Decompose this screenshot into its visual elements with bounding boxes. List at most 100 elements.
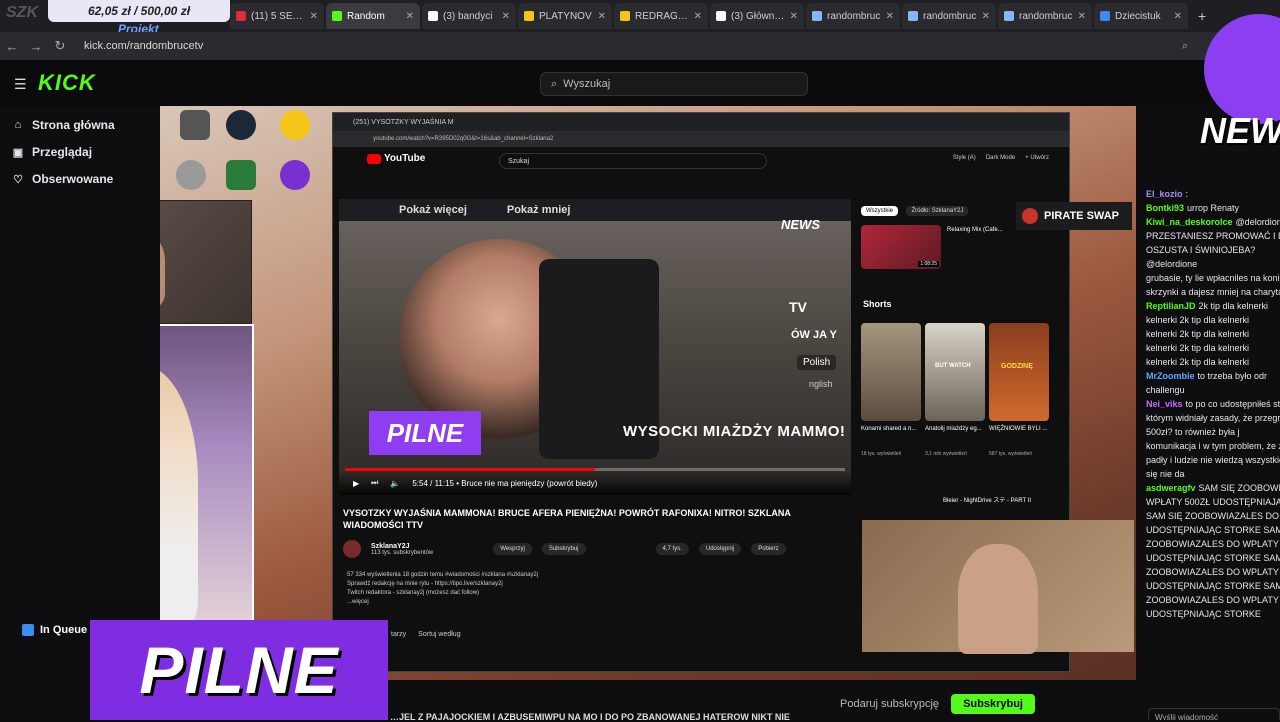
chat-text: WPŁATY 500ZŁ UDOSTĘPNIAJĄC (1146, 497, 1280, 507)
close-icon[interactable]: ✕ (790, 11, 798, 22)
chat-text: UDOSTĘPNIAJĄC STORKE SAM S (1146, 581, 1280, 591)
related-video-duration: 1:08:25 (918, 261, 939, 267)
chat-username[interactable]: asdweragfv (1146, 483, 1196, 493)
short-title[interactable]: WIĘŹNIOWIE BYLI ... (989, 425, 1051, 433)
close-icon[interactable]: ✕ (598, 11, 606, 22)
chat-text: grubasie, ty lie wpłacniles na konie (1146, 273, 1280, 283)
browser-tab[interactable]: randombruc ✕ (998, 3, 1092, 29)
join-button[interactable]: Wesprzyj (493, 543, 532, 555)
chat-message: ReptilianJD 2k tip dla kelnerki (1146, 300, 1280, 312)
share-button[interactable]: Udostępnij (698, 543, 742, 555)
close-icon[interactable]: ✕ (886, 11, 894, 22)
menu-icon[interactable]: ☰ (14, 76, 27, 93)
caption-language-english[interactable]: nglish (809, 379, 833, 389)
gift-sub-button[interactable]: Podaruj subskrypcję (840, 698, 939, 710)
yt-address-bar[interactable]: youtube.com/watch?v=R395D02q0G&t=16s&ab_… (333, 131, 1069, 147)
browser-tab[interactable]: PLATYNOV ✕ (518, 3, 612, 29)
app-icon-4[interactable] (280, 160, 310, 190)
tab-favicon-icon (716, 11, 726, 21)
chat-username[interactable]: El_kozio (1146, 189, 1183, 199)
close-icon[interactable]: ✕ (982, 11, 990, 22)
reload-icon[interactable]: ↻ (48, 38, 72, 54)
related-video-title[interactable]: Relaxing Mix (Cafe... (947, 227, 1003, 233)
browser-tab[interactable]: Dziecistuk ✕ (1094, 3, 1188, 29)
kick-header: ☰ KICK ⌕ Wyszukaj (0, 60, 1280, 106)
kick-search-placeholder: Wyszukaj (563, 78, 611, 90)
tab-label: randombruc (827, 10, 881, 22)
subscribe-button[interactable]: Subskrybuj (951, 694, 1035, 714)
chat-message: się nie da (1146, 468, 1280, 480)
related-video-thumbnail[interactable]: 1:08:25 (861, 225, 941, 269)
tab-label: REDRAGON (635, 10, 689, 22)
nav-browse-label: Przeglądaj (32, 145, 93, 159)
download-button[interactable]: Pobierz (751, 543, 786, 555)
yt-comments-header: tarzy Sortuj według (391, 631, 461, 638)
desc-more[interactable]: ...więcej (347, 598, 847, 607)
yt-tab-title[interactable]: (251) VYSOTZKY WYJAŚNIA M (353, 119, 454, 126)
video-caption: WYSOCKI MIAŻDŻY MAMMO! (623, 423, 846, 440)
show-more-label[interactable]: Pokaż więcej (399, 204, 467, 216)
chat-username[interactable]: ReptilianJD (1146, 301, 1196, 311)
close-icon[interactable]: ✕ (1078, 11, 1086, 22)
youtube-logo[interactable]: YouTube (367, 153, 425, 164)
back-icon[interactable]: ← (0, 39, 24, 54)
app-icon-2[interactable] (176, 160, 206, 190)
browser-tab[interactable]: Random ✕ (326, 3, 420, 29)
browser-tab[interactable]: randombruc ✕ (902, 3, 996, 29)
play-icon[interactable]: ▶ (353, 479, 359, 488)
like-button[interactable]: 4,7 tys. (655, 543, 689, 555)
short-title[interactable]: Konami shared a n... (861, 425, 923, 433)
chat-username[interactable]: Bontki93 (1146, 203, 1184, 213)
kick-search-input[interactable]: ⌕ Wyszukaj (540, 72, 808, 96)
browser-tab[interactable]: REDRAGON ✕ (614, 3, 708, 29)
zoom-icon[interactable]: ⌕ (1182, 40, 1188, 53)
chat-message: OSZUSTA I ŚWINIOJEBA? (1146, 244, 1280, 256)
url-field[interactable]: kick.com/randombrucetv (84, 40, 203, 52)
chat-input[interactable]: Wyślij wiadomość (1148, 708, 1280, 720)
yt-description[interactable]: 57 334 wyświetlenia 18 godzin temu #wiad… (347, 571, 847, 607)
yt-header-actions: Style (A) Dark Mode + Utwórz (953, 155, 1049, 161)
yt-create-button[interactable]: + Utwórz (1025, 155, 1049, 161)
browser-tab[interactable]: (11) 5 SECO ✕ (230, 3, 324, 29)
yt-search-input[interactable]: Szukaj (499, 153, 767, 169)
browser-tab[interactable]: (3) bandyci ✕ (422, 3, 516, 29)
nav-browse[interactable]: ▣ Przeglądaj (12, 145, 92, 159)
app-icon[interactable] (180, 110, 210, 140)
kick-logo[interactable]: KICK (38, 70, 96, 96)
channel-name[interactable]: SzklanaY2J (371, 543, 433, 550)
close-icon[interactable]: ✕ (310, 11, 318, 22)
close-icon[interactable]: ✕ (502, 11, 510, 22)
yt-darkmode-button[interactable]: Dark Mode (986, 155, 1015, 161)
steam-icon[interactable] (226, 110, 256, 140)
chat-username[interactable]: Kiwi_na_deskorolce (1146, 217, 1233, 227)
close-icon[interactable]: ✕ (1174, 11, 1182, 22)
app-icon-3[interactable] (226, 160, 256, 190)
show-less-label[interactable]: Pokaż mniej (507, 204, 571, 216)
nav-following[interactable]: ♡ Obserwowane (12, 172, 113, 186)
yt-style-button[interactable]: Style (A) (953, 155, 976, 161)
short-title[interactable]: Anatolij miażdży eg... (925, 425, 987, 433)
next-video-title[interactable]: Bleier - NightDrive ステ - PART II (943, 495, 1031, 504)
emoji-icon[interactable] (280, 110, 310, 140)
short-thumbnail[interactable]: GODZINĘ (989, 323, 1049, 421)
browser-tab[interactable]: randombruc ✕ (806, 3, 900, 29)
channel-avatar[interactable] (343, 540, 361, 558)
short-thumbnail[interactable]: BUT WATCH (925, 323, 985, 421)
filter-all[interactable]: Wszystkie (861, 206, 898, 216)
volume-icon[interactable]: 🔈 (390, 479, 400, 488)
close-icon[interactable]: ✕ (694, 11, 702, 22)
short-thumbnail[interactable] (861, 323, 921, 421)
yt-video-player[interactable]: Pokaż więcej Pokaż mniej NEWS TV ÓW JA Y… (339, 199, 851, 495)
filter-source[interactable]: Źródło: SzklanaY2J (906, 206, 969, 216)
browser-tab[interactable]: (3) Główna / ✕ (710, 3, 804, 29)
close-icon[interactable]: ✕ (406, 11, 414, 22)
subscribe-button[interactable]: Subskrybuj (541, 543, 586, 555)
sort-comments-button[interactable]: Sortuj według (418, 631, 460, 638)
chat-username[interactable]: MrZoombie (1146, 371, 1195, 381)
forward-icon[interactable]: → (24, 39, 48, 54)
chat-text: 500zł? to również była j (1146, 427, 1240, 437)
nav-home[interactable]: ⌂ Strona główna (12, 118, 115, 132)
chat-username[interactable]: Nei_viks (1146, 399, 1183, 409)
next-icon[interactable]: ⏭ (371, 478, 378, 488)
caption-language-polish[interactable]: Polish (797, 355, 837, 370)
